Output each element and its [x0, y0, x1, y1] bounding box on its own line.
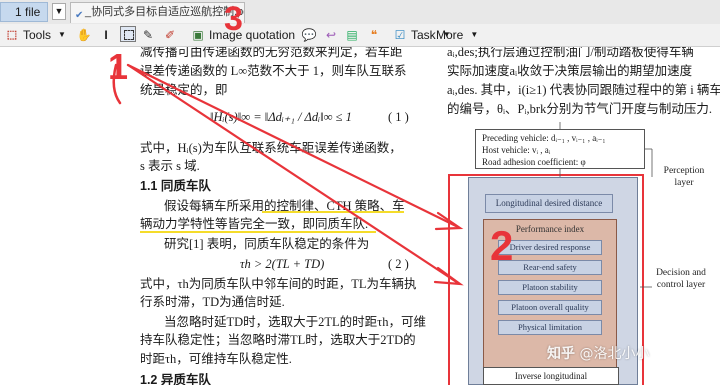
- comment-icon: 💬: [301, 28, 317, 42]
- pen-icon: ✎: [142, 28, 154, 42]
- paragraph-line: 统是稳定的，即: [140, 83, 228, 97]
- comment-button[interactable]: 💬: [301, 26, 317, 44]
- section-heading: 1.2 异质车队: [140, 373, 211, 385]
- zhihu-logo: 知乎: [547, 346, 575, 362]
- image-quotation-label: Image quotation: [209, 28, 296, 42]
- host-vehicle-text: Host vehicle: vᵢ , aᵢ: [482, 145, 551, 155]
- equation-2-number: ( 2 ): [388, 257, 409, 271]
- document-tab[interactable]: ✔ _协同式多目标自适应巡航控制.pdf: [70, 2, 245, 23]
- equation-2: τh > 2(TL + TD): [240, 257, 325, 271]
- image-icon: ▣: [192, 28, 204, 42]
- highlighter-icon: ✐: [164, 28, 176, 42]
- pdf-page[interactable]: 减传播可由传递函数的无穷范数来判定，若车距 误差传递函数的 L∞范数不大于 1，…: [0, 47, 720, 385]
- watermark: 知乎 @洛北小小: [547, 343, 649, 363]
- annotation-number-3: 3: [224, 0, 243, 38]
- paragraph-line: 研究[1] 表明，同质车队稳定的条件为: [164, 237, 370, 251]
- paragraph-line: aᵢ,des;执行层通过控制油门/制动踏板使得车辆: [447, 47, 694, 59]
- annotation-number-1: 1: [108, 47, 129, 87]
- paragraph-line: 当忽略时延TD时，选取大于2TL的时距τh，可维: [164, 315, 426, 329]
- tab-dropdown-arrow-icon[interactable]: ▼: [52, 3, 66, 20]
- hand-tool-button[interactable]: ✋: [76, 26, 92, 44]
- quote-icon: ❝: [370, 28, 378, 42]
- highlighter-tool-button[interactable]: ✐: [162, 26, 178, 44]
- chevron-down-icon: ▼: [58, 30, 66, 39]
- document-tab-title: _协同式多目标自适应巡航控制.pdf: [85, 6, 245, 18]
- section-heading: 1.1 同质车队: [140, 179, 211, 193]
- paragraph-line: 时距τh，可维持车队稳定性.: [140, 352, 292, 366]
- road-adhesion-text: Road adhesion coefficient: φ: [482, 157, 586, 167]
- preceding-vehicle-text: Preceding vehicle: dᵢ₋₁ , vᵢ₋₁ , aᵢ₋₁: [482, 133, 606, 143]
- task-icon: ☑: [394, 28, 406, 42]
- task-menu-label: Task: [411, 28, 436, 42]
- pen-tool-button[interactable]: ✎: [140, 26, 156, 44]
- reply-button[interactable]: ↩: [323, 26, 339, 44]
- paragraph-line: 持车队稳定性；当忽略时滞TL时，选取大于2TD的: [140, 333, 416, 347]
- pdf-icon: ⬚: [6, 29, 18, 41]
- paragraph-line: 假设每辆车所采用的控制律、CTH 策略、车: [164, 199, 405, 213]
- files-tab[interactable]: 1 file: [0, 2, 48, 22]
- note-icon: ▤: [346, 28, 358, 42]
- equation-1: ‖Hᵢ(s)‖∞ = ‖Δdᵢ₊₁ / Δdᵢ‖∞ ≤ 1: [210, 110, 352, 124]
- vehicle-inputs-box: Preceding vehicle: dᵢ₋₁ , vᵢ₋₁ , aᵢ₋₁ Ho…: [475, 129, 645, 169]
- paragraph-line: 的编号，θᵢ、Pᵢ,brk分别为节气门开度与制动压力.: [447, 102, 712, 116]
- paragraph-line: aᵢ,des. 其中，i(i≥1) 代表协同跟随过程中的第 i 辆车: [447, 83, 720, 97]
- paragraph-line: 误差传递函数的 L∞范数不大于 1，则车队互联系: [140, 64, 407, 78]
- reply-icon: ↩: [325, 28, 337, 42]
- tools-menu-label: Tools: [23, 28, 52, 42]
- paragraph-line: 式中，Hᵢ(s)为车队互联系统车距误差传递函数，: [140, 141, 402, 155]
- note-button[interactable]: ▤: [344, 26, 360, 44]
- text-highlight: [262, 211, 404, 213]
- tools-menu[interactable]: ⬚ Tools ▼: [4, 26, 70, 44]
- chevron-down-icon: ▼: [470, 30, 479, 39]
- perception-layer-label: Perception layer: [663, 166, 705, 188]
- decision-layer-label: Decision and control layer: [656, 268, 706, 290]
- files-count-label: 1 file: [15, 5, 41, 19]
- paragraph-line: 减传播可由传递函数的无穷范数来判定，若车距: [140, 47, 403, 59]
- rect-select-tool-button[interactable]: [120, 26, 136, 42]
- toolbar: ⬚ Tools ▼ ✋ I ✎ ✐ ▣ Image quotation 💬 ↩ …: [0, 24, 720, 47]
- more-menu-label: More: [436, 28, 464, 42]
- text-cursor-icon: I: [104, 28, 108, 42]
- document-tab-icon: ✔: [75, 10, 84, 21]
- paragraph-line: 行系时滞，TD为通信时延.: [140, 295, 285, 309]
- tab-bar: 1 file ▼ ✔ _协同式多目标自适应巡航控制.pdf: [0, 0, 720, 25]
- paragraph-line: 式中，τh为同质车队中邻车间的时距，TL为车辆执: [140, 277, 417, 291]
- annotation-number-2: 2: [490, 222, 514, 269]
- more-menu[interactable]: More ▼: [436, 26, 482, 44]
- equation-1-number: ( 1 ): [388, 110, 409, 124]
- text-select-tool-button[interactable]: I: [98, 26, 114, 44]
- hand-icon: ✋: [76, 28, 92, 42]
- watermark-handle: @洛北小小: [579, 346, 650, 362]
- paragraph-line: s 表示 s 域.: [140, 159, 200, 173]
- text-highlight: [140, 231, 376, 233]
- quote-button[interactable]: ❝: [366, 26, 382, 44]
- paragraph-line: 实际加速度aᵢ收敛于决策层输出的期望加速度: [447, 64, 693, 78]
